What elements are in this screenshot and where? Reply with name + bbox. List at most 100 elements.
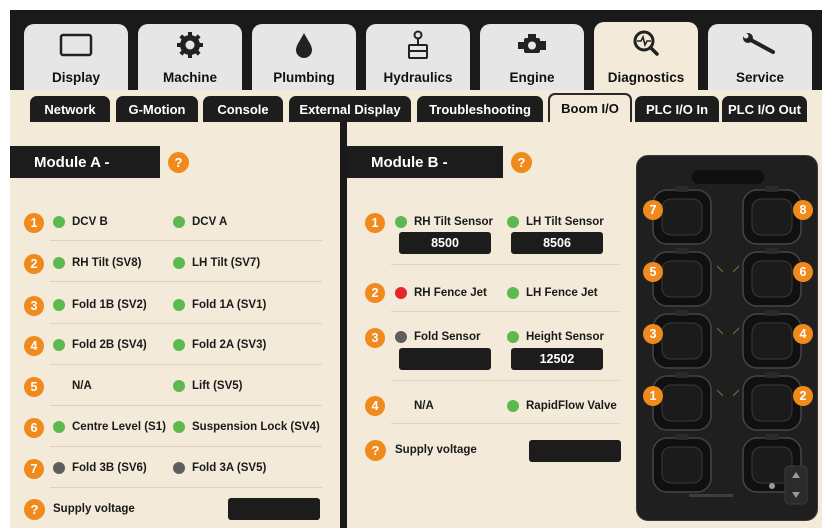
subtab-console[interactable]: Console <box>203 96 283 122</box>
io-label: RapidFlow Valve <box>526 400 617 412</box>
io-fold-2b: Fold 2B (SV4) <box>53 339 147 351</box>
io-rh-tilt: RH Tilt (SV8) <box>53 257 141 269</box>
main-tab-bar: Display Machine Plumbing Hydraulics Engi… <box>10 10 822 92</box>
io-suspension-lock: Suspension Lock (SV4) <box>173 421 320 433</box>
io-dcv-a: DCV A <box>173 216 227 228</box>
module-b-help-icon[interactable]: ? <box>511 152 532 173</box>
supply-voltage-help-icon[interactable]: ? <box>24 499 45 520</box>
row-divider <box>50 323 322 324</box>
io-label: Fold 1B (SV2) <box>72 299 147 311</box>
io-lh-fence-jet: LH Fence Jet <box>507 287 598 299</box>
io-na: N/A <box>72 380 92 392</box>
tab-plumbing[interactable]: Plumbing <box>252 24 356 90</box>
pin-label: 3 <box>643 324 663 344</box>
tab-label: Service <box>735 70 785 85</box>
display-icon <box>24 32 128 58</box>
io-fold-2a: Fold 2A (SV3) <box>173 339 266 351</box>
row-number: 3 <box>365 328 385 348</box>
io-na: N/A <box>414 400 434 412</box>
tab-label: Display <box>51 70 101 85</box>
row-number: 4 <box>365 396 385 416</box>
io-rh-tilt-sensor: RH Tilt Sensor <box>395 216 493 228</box>
io-dcv-b: DCV B <box>53 216 108 228</box>
io-label: N/A <box>72 380 92 392</box>
row-number: 2 <box>24 254 44 274</box>
io-label: Fold 3B (SV6) <box>72 462 147 474</box>
pin-label: 2 <box>793 386 813 406</box>
supply-voltage-help-icon[interactable]: ? <box>365 440 386 461</box>
module-b-panel: Module B - ? 1 RH Tilt Sensor LH Tilt Se… <box>347 122 822 528</box>
status-dot <box>507 331 519 343</box>
tab-label: Diagnostics <box>607 70 685 85</box>
io-label: DCV A <box>192 216 228 228</box>
io-fold-3a: Fold 3A (SV5) <box>173 462 266 474</box>
subtab-plc-io-out[interactable]: PLC I/O Out <box>722 96 807 122</box>
io-height-sensor: Height Sensor <box>507 331 604 343</box>
status-dot <box>173 299 185 311</box>
io-rh-fence-jet: RH Fence Jet <box>395 287 487 299</box>
status-dot <box>173 257 185 269</box>
tab-diagnostics[interactable]: Diagnostics <box>594 22 698 92</box>
fold-sensor-value <box>399 348 491 370</box>
row-number: 1 <box>24 213 44 233</box>
io-label: Fold 3A (SV5) <box>192 462 267 474</box>
pin-label: 6 <box>793 262 813 282</box>
row-divider <box>50 364 322 365</box>
subtab-network[interactable]: Network <box>30 96 110 122</box>
module-b-title: Module B - <box>347 146 503 178</box>
io-rapidflow-valve: RapidFlow Valve <box>507 400 617 412</box>
row-divider <box>391 423 619 424</box>
module-a-help-icon[interactable]: ? <box>168 152 189 173</box>
io-label: N/A <box>414 400 434 412</box>
subtab-g-motion[interactable]: G-Motion <box>116 96 198 122</box>
subtab-plc-io-in[interactable]: PLC I/O In <box>635 96 719 122</box>
module-a-panel: Module A - ? 1 DCV B DCV A 2 RH Tilt (SV… <box>10 122 340 528</box>
status-dot <box>53 216 65 228</box>
status-dot <box>507 400 519 412</box>
row-divider <box>391 380 619 381</box>
io-lh-tilt-sensor: LH Tilt Sensor <box>507 216 604 228</box>
status-dot <box>173 421 185 433</box>
io-label: LH Tilt (SV7) <box>192 257 261 269</box>
io-label: DCV B <box>72 216 108 228</box>
pin-label: 8 <box>793 200 813 220</box>
io-label: Fold Sensor <box>414 331 481 343</box>
tab-engine[interactable]: Engine <box>480 24 584 90</box>
pin-label: 1 <box>643 386 663 406</box>
io-label: Height Sensor <box>526 331 604 343</box>
supply-voltage-label: Supply voltage <box>395 444 477 456</box>
row-divider <box>50 446 322 447</box>
row-number: 2 <box>365 283 385 303</box>
row-number: 3 <box>24 296 44 316</box>
status-dot <box>173 462 185 474</box>
io-label: LH Tilt Sensor <box>526 216 604 228</box>
io-fold-sensor: Fold Sensor <box>395 331 480 343</box>
io-label: RH Tilt (SV8) <box>72 257 142 269</box>
row-divider <box>50 405 322 406</box>
status-dot <box>395 331 407 343</box>
io-fold-3b: Fold 3B (SV6) <box>53 462 147 474</box>
gear-icon <box>138 32 242 58</box>
rh-tilt-sensor-value: 8500 <box>399 232 491 254</box>
io-label: RH Fence Jet <box>414 287 487 299</box>
status-dot <box>507 287 519 299</box>
tab-label: Hydraulics <box>383 70 453 85</box>
subtab-external-display[interactable]: External Display <box>289 96 411 122</box>
row-divider <box>50 240 322 241</box>
tab-label: Engine <box>509 70 555 85</box>
subtab-troubleshooting[interactable]: Troubleshooting <box>417 96 543 122</box>
subtab-boom-io[interactable]: Boom I/O <box>548 93 632 122</box>
joystick-icon <box>366 30 470 59</box>
tab-display[interactable]: Display <box>24 24 128 90</box>
diagnostics-icon <box>594 30 698 56</box>
lh-tilt-sensor-value: 8506 <box>511 232 603 254</box>
tab-service[interactable]: Service <box>708 24 812 90</box>
row-number: 4 <box>24 336 44 356</box>
tab-machine[interactable]: Machine <box>138 24 242 90</box>
tab-hydraulics[interactable]: Hydraulics <box>366 24 470 90</box>
io-label: RH Tilt Sensor <box>414 216 494 228</box>
height-sensor-value: 12502 <box>511 348 603 370</box>
connector-block-image: 7 8 5 6 3 4 1 2 <box>636 155 818 521</box>
engine-icon <box>480 32 584 58</box>
droplet-icon <box>252 32 356 58</box>
